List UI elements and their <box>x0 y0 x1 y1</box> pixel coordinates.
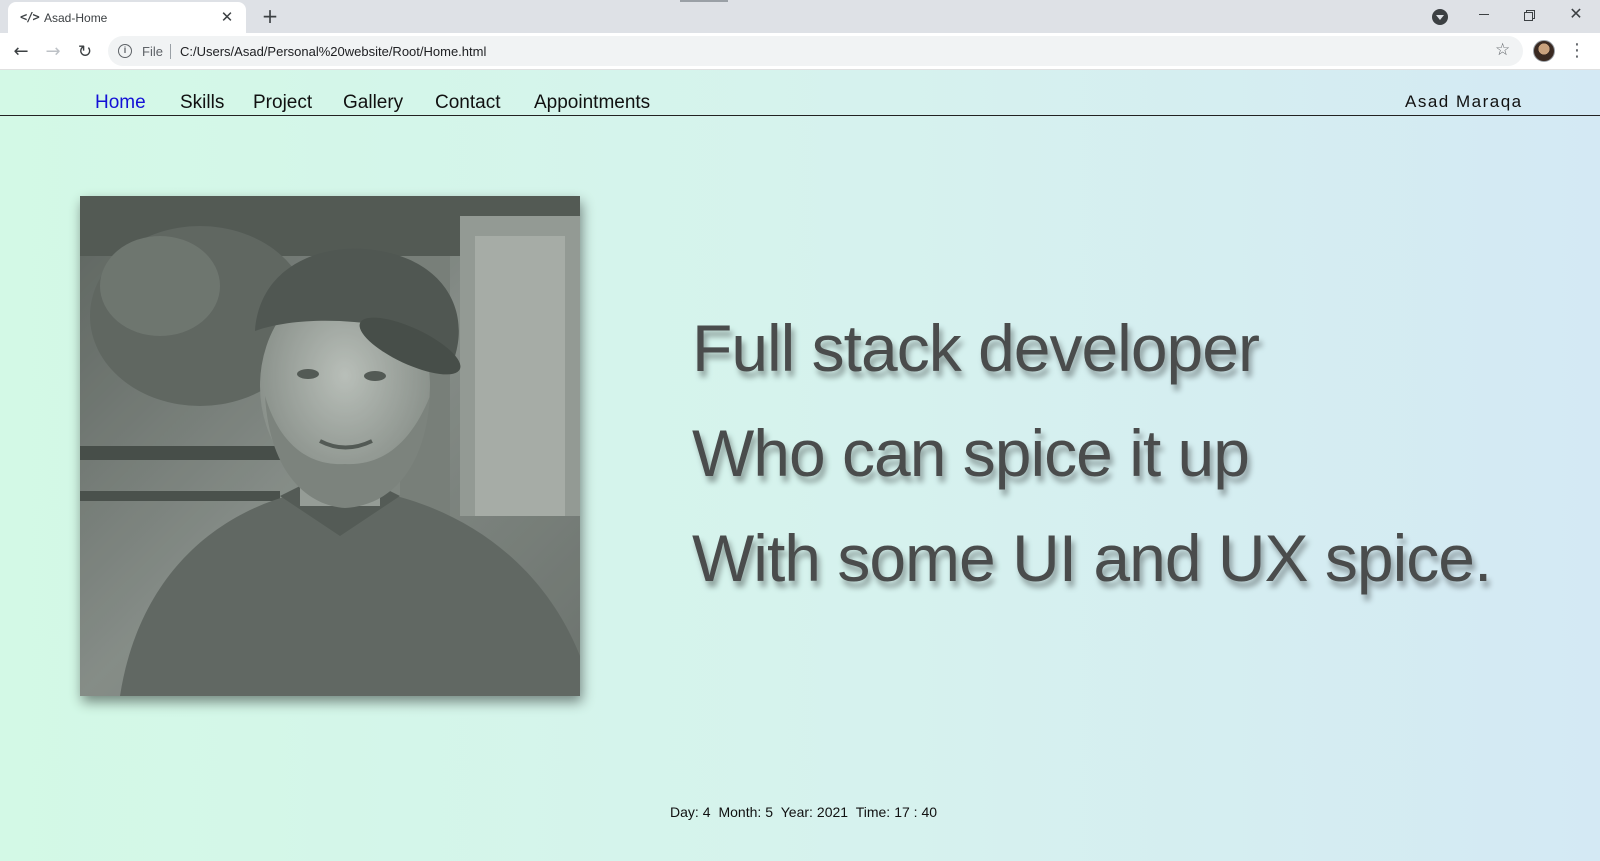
page-content: Home Skills Project Gallery Contact Appo… <box>0 70 1600 861</box>
hero-line-1: Full stack developer <box>692 311 1260 385</box>
nav-link-contact[interactable]: Contact <box>435 92 500 114</box>
reload-icon[interactable]: ↻ <box>71 38 99 66</box>
month-value: 5 <box>765 804 774 820</box>
bookmark-star-icon[interactable]: ☆ <box>1495 40 1510 60</box>
forward-arrow-icon[interactable]: → <box>39 38 67 66</box>
code-icon: </> <box>20 10 40 24</box>
time-value: 17 : 40 <box>894 804 938 820</box>
nav-link-gallery[interactable]: Gallery <box>343 92 403 114</box>
profile-photo-image <box>80 196 580 696</box>
address-bar[interactable]: i File C:/Users/Asad/Personal%20website/… <box>108 36 1523 66</box>
restore-button[interactable] <box>1507 0 1553 30</box>
tab-title: Asad-Home <box>44 11 108 25</box>
profile-avatar[interactable] <box>1533 40 1555 62</box>
year-label: Year: <box>780 804 813 820</box>
nav-link-project[interactable]: Project <box>253 92 312 114</box>
brand-name: Asad Maraqa <box>1405 92 1523 111</box>
hero-line-3: With some UI and UX spice. <box>692 521 1492 595</box>
date-time-readout: Day: 4 Month: 5 Year: 2021 Time: 17 : 40 <box>670 804 941 820</box>
nav-link-home[interactable]: Home <box>95 92 146 114</box>
window-drag-indicator <box>680 0 728 2</box>
back-arrow-icon[interactable]: ← <box>7 38 35 66</box>
close-window-button[interactable]: ✕ <box>1553 0 1599 30</box>
hero-line-2: Who can spice it up <box>692 416 1250 490</box>
minimize-button[interactable] <box>1461 0 1507 30</box>
nav-link-appointments[interactable]: Appointments <box>534 92 650 114</box>
browser-menu-icon[interactable]: ⋮ <box>1568 38 1586 64</box>
month-label: Month: <box>718 804 762 820</box>
year-value: 2021 <box>816 804 849 820</box>
tab-close-icon[interactable]: ✕ <box>218 8 236 26</box>
tab-search-icon[interactable] <box>1432 9 1448 25</box>
browser-tabstrip: </> Asad-Home ✕ + ✕ <box>0 0 1600 33</box>
browser-toolbar: ← → ↻ i File C:/Users/Asad/Personal%20we… <box>0 33 1600 70</box>
site-navbar: Home Skills Project Gallery Contact Appo… <box>0 70 1600 116</box>
address-scheme: File <box>142 44 163 59</box>
nav-link-skills[interactable]: Skills <box>180 92 224 114</box>
profile-photo <box>80 196 580 696</box>
info-icon[interactable]: i <box>118 44 132 58</box>
time-label: Time: <box>855 804 891 820</box>
day-label: Day: <box>670 804 699 820</box>
address-url[interactable]: C:/Users/Asad/Personal%20website/Root/Ho… <box>180 44 486 59</box>
minimize-icon <box>1479 14 1489 15</box>
day-value: 4 <box>702 804 711 820</box>
address-separator <box>170 44 171 59</box>
browser-tab-active[interactable]: </> Asad-Home ✕ <box>8 2 246 33</box>
restore-icon-back <box>1524 12 1533 21</box>
new-tab-button[interactable]: + <box>258 4 282 28</box>
